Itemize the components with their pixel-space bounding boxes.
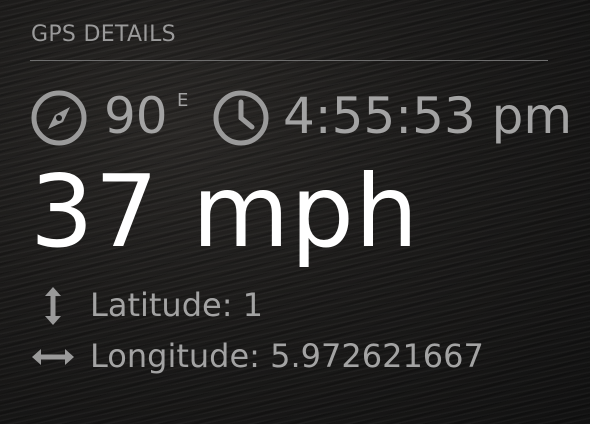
longitude-label: Longitude: 5.972621667: [90, 337, 484, 375]
longitude-row: Longitude: 5.972621667: [30, 336, 560, 376]
heading-value: 90: [104, 87, 168, 145]
latitude-row: Latitude: 1: [30, 285, 560, 325]
heading-time-row: 90 E 4:55:53 pm: [30, 86, 572, 150]
clock-icon: [212, 89, 270, 147]
gps-details-header: GPS DETAILS: [30, 18, 548, 61]
heading-direction: E: [177, 90, 189, 111]
vertical-arrows-icon: [30, 287, 76, 325]
latitude-label: Latitude: 1: [90, 286, 264, 324]
speed-readout: 37 mph: [30, 153, 420, 270]
time-value: 4:55:53 pm: [283, 87, 573, 145]
horizontal-arrows-icon: [30, 338, 76, 376]
compass-icon: [30, 89, 88, 147]
header-title: GPS DETAILS: [31, 22, 176, 47]
